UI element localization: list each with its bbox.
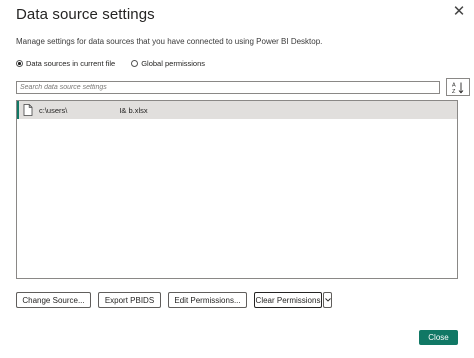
- file-icon: [23, 104, 33, 116]
- change-source-button[interactable]: Change Source...: [16, 292, 91, 308]
- svg-text:Z: Z: [452, 89, 456, 94]
- radio-unchecked-icon[interactable]: [131, 60, 139, 67]
- svg-text:A: A: [452, 82, 456, 88]
- scope-radio-group: Data sources in current file Global perm…: [16, 59, 205, 68]
- data-source-settings-dialog: Data source settings ✕ Manage settings f…: [0, 0, 474, 358]
- dialog-subtitle: Manage settings for data sources that yo…: [16, 37, 323, 46]
- clear-permissions-button[interactable]: Clear Permissions: [254, 292, 322, 308]
- close-icon[interactable]: ✕: [450, 2, 468, 20]
- radio-global-permissions-label: Global permissions: [141, 59, 205, 68]
- radio-current-file-label: Data sources in current file: [26, 59, 116, 68]
- clear-permissions-dropdown-button[interactable]: [323, 292, 332, 308]
- close-button[interactable]: Close: [419, 330, 458, 345]
- radio-current-file[interactable]: Data sources in current file: [16, 59, 115, 68]
- search-input[interactable]: [16, 81, 440, 94]
- dialog-title: Data source settings: [16, 6, 155, 23]
- export-pbids-button[interactable]: Export PBIDS: [98, 292, 161, 308]
- edit-permissions-button[interactable]: Edit Permissions...: [168, 292, 247, 308]
- radio-checked-icon[interactable]: [16, 60, 23, 67]
- sort-az-icon: A Z: [452, 82, 464, 94]
- chevron-down-icon: [324, 298, 331, 302]
- source-path-end: I& b.xlsx: [119, 105, 148, 115]
- data-source-list: c:\users\ I& b.xlsx: [16, 100, 458, 279]
- source-path-start: c:\users\: [39, 105, 68, 115]
- list-item[interactable]: c:\users\ I& b.xlsx: [17, 101, 457, 119]
- sort-button[interactable]: A Z: [446, 78, 470, 96]
- radio-global-permissions[interactable]: Global permissions: [131, 59, 205, 68]
